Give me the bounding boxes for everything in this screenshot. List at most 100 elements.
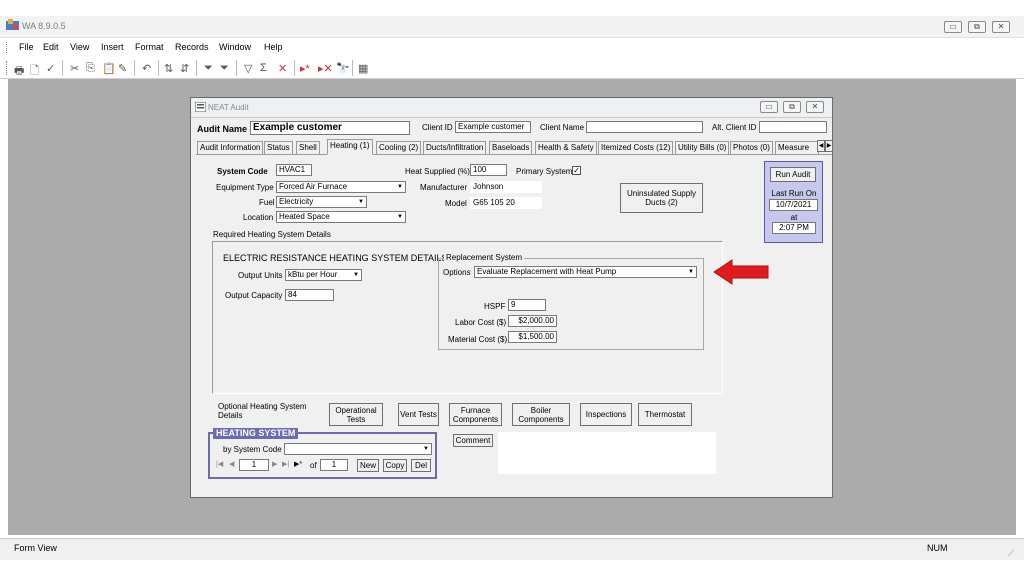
tab-ducts-infiltration[interactable]: Ducts/Infiltration [423,141,487,154]
tab-health-safety[interactable]: Health & Safety [535,141,597,154]
furnace-components-button[interactable]: Furnace Components [449,403,502,426]
new-button[interactable]: New [357,459,379,472]
menu-edit[interactable]: Edit [43,42,59,52]
undo-icon[interactable]: ↶ [142,62,151,75]
form-maximize-button[interactable]: ⧉ [783,101,801,113]
delete-record-icon[interactable]: ✕ [278,62,287,75]
by-system-code-label: by System Code [223,445,282,454]
equipment-type-label: Equipment Type [216,183,274,192]
form-close-button[interactable]: ✕ [806,101,824,113]
dropdown-arrow-icon[interactable]: ▼ [422,445,430,453]
menu-file[interactable]: File [19,42,34,52]
menu-help[interactable]: Help [264,42,283,52]
record-number-field[interactable]: 1 [239,459,269,471]
first-record-icon[interactable]: |◀ [216,460,223,468]
close-button[interactable]: ✕ [992,21,1010,33]
tab-utility-bills[interactable]: Utility Bills (0) [675,141,730,154]
operational-tests-button[interactable]: Operational Tests [329,403,383,426]
tab-shell[interactable]: Shell [296,141,320,154]
alt-client-id-field[interactable] [759,121,827,133]
format-painter-icon[interactable]: ✎ [118,62,127,75]
client-name-field[interactable] [586,121,703,133]
heating-system-nav-title: HEATING SYSTEM [213,428,299,439]
dropdown-arrow-icon[interactable]: ▼ [396,183,404,191]
equipment-type-select[interactable]: Forced Air Furnace ▼ [276,181,406,193]
paste-icon[interactable]: 📋 [102,62,116,75]
new-record-nav-icon[interactable]: ▶* [294,460,302,468]
dropdown-arrow-icon[interactable]: ▼ [687,268,695,276]
form-minimize-button[interactable]: ▭ [760,101,778,113]
find-icon[interactable]: 🔭 [336,62,350,75]
sort-descending-icon[interactable]: ⇵ [180,62,189,75]
form-title: NEAT Audit [208,103,249,112]
system-code-lookup-select[interactable]: ▼ [284,443,432,455]
tab-heating[interactable]: Heating (1) [327,139,373,155]
dropdown-arrow-icon[interactable]: ▼ [352,271,360,279]
tab-scroll-right-button[interactable]: ▶ [825,140,833,152]
menu-records[interactable]: Records [175,42,209,52]
last-record-icon[interactable]: ▶| [282,460,289,468]
section-title: ELECTRIC RESISTANCE HEATING SYSTEM DETAI… [223,253,448,263]
dropdown-arrow-icon[interactable]: ▼ [357,198,365,206]
cut-icon[interactable]: ✂ [70,62,79,75]
sigma-icon[interactable]: Σ [260,62,267,74]
app-logo-icon [6,19,19,30]
of-label: of [310,461,317,470]
del-button[interactable]: Del [411,459,431,472]
thermostat-button[interactable]: Thermostat [638,403,692,426]
vent-tests-button[interactable]: Vent Tests [398,403,439,426]
next-record-icon[interactable]: ▶ [272,460,277,468]
tab-cooling[interactable]: Cooling (2) [376,141,422,154]
tab-photos[interactable]: Photos (0) [730,141,773,154]
labor-cost-label: Labor Cost ($) [455,318,507,327]
inspections-button[interactable]: Inspections [580,403,632,426]
material-cost-field[interactable]: $1,500.00 [508,331,557,343]
boiler-components-button[interactable]: Boiler Components [512,403,570,426]
replacement-options-select[interactable]: Evaluate Replacement with Heat Pump ▼ [474,266,697,278]
audit-name-field[interactable]: Example customer [250,121,410,135]
run-audit-button[interactable]: Run Audit [770,167,816,182]
previous-record-icon[interactable]: ◀ [229,460,234,468]
labor-cost-field[interactable]: $2,000.00 [508,315,557,327]
fuel-select[interactable]: Electricity ▼ [276,196,367,208]
tab-scroll-left-button[interactable]: ◀ [817,140,825,152]
manufacturer-field[interactable]: Johnson [470,181,542,193]
heat-supplied-field[interactable]: 100 [470,164,507,176]
hspf-field[interactable]: 9 [508,299,546,311]
resize-grip-icon[interactable]: ⟋ [1008,548,1014,559]
model-field[interactable]: G65 105 20 [470,197,542,209]
database-window-icon[interactable]: ▦ [358,62,368,75]
uninsulated-supply-ducts-button[interactable]: Uninsulated Supply Ducts (2) [620,183,703,213]
copy-button[interactable]: Copy [383,459,407,472]
menu-format[interactable]: Format [135,42,164,52]
new-record-icon[interactable]: ▸* [300,62,310,75]
primary-system-checkbox[interactable]: ✓ [572,166,581,175]
maximize-button[interactable]: ⧉ [968,21,986,33]
filter-by-selection-icon[interactable]: ⏷ [204,62,213,75]
tab-status[interactable]: Status [264,141,293,154]
tab-measures[interactable]: Measure [775,141,819,154]
menu-insert[interactable]: Insert [101,42,124,52]
tab-itemized-costs[interactable]: Itemized Costs (12) [598,141,674,154]
copy-icon[interactable]: ⎘ [86,62,95,75]
comment-button[interactable]: Comment [453,434,493,447]
spelling-icon[interactable]: ✓ [46,62,55,75]
output-capacity-field[interactable]: 84 [285,289,334,301]
apply-filter-icon[interactable]: ▽ [244,62,252,75]
filter-by-form-icon[interactable]: ⏷ [220,62,229,75]
dropdown-arrow-icon[interactable]: ▼ [396,213,404,221]
comment-textarea[interactable] [498,432,716,474]
menu-window[interactable]: Window [219,42,251,52]
tab-baseloads[interactable]: Baseloads [489,141,533,154]
minimize-button[interactable]: ▭ [944,21,962,33]
location-select[interactable]: Heated Space ▼ [276,211,406,223]
menu-view[interactable]: View [70,42,89,52]
tab-audit-information[interactable]: Audit Information [197,141,264,154]
toolbar-separator [134,60,135,76]
client-id-field[interactable]: Example customer [455,121,531,133]
sort-ascending-icon[interactable]: ⇅ [164,62,173,75]
delete-icon[interactable]: ▸✕ [318,62,333,75]
primary-system-label: Primary System [516,167,573,176]
system-code-field[interactable]: HVAC1 [276,164,312,176]
output-units-select[interactable]: kBtu per Hour ▼ [285,269,362,281]
